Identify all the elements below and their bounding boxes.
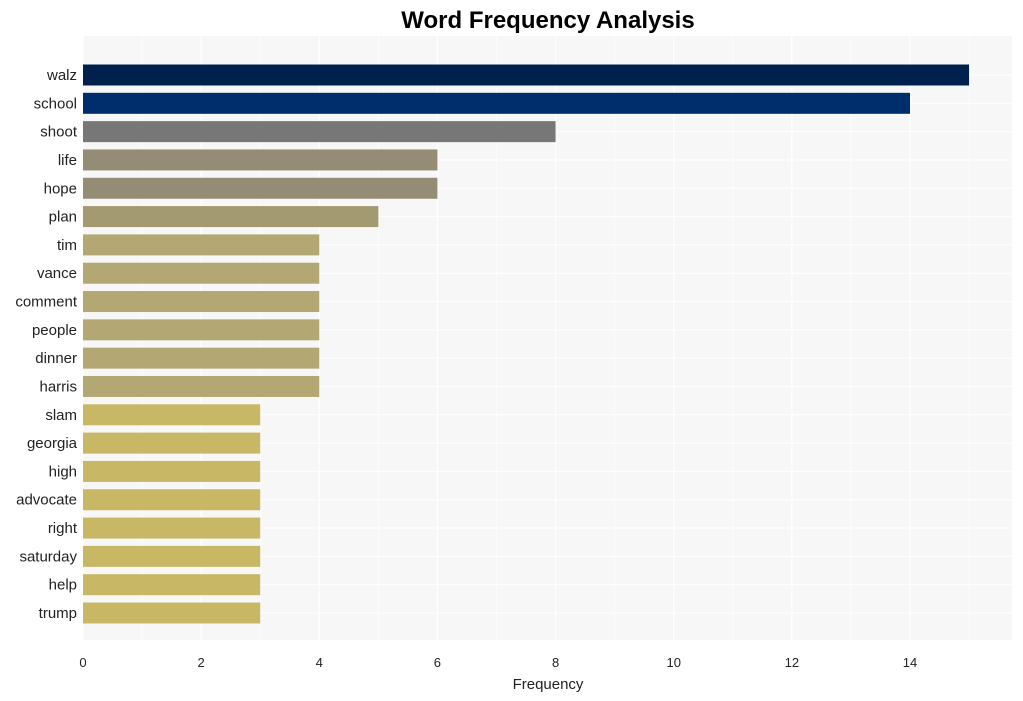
y-tick-label: right xyxy=(48,520,78,537)
bar-georgia xyxy=(83,432,261,454)
y-tick-label: advocate xyxy=(16,492,77,509)
bar-trump xyxy=(83,602,261,624)
y-tick-label: harris xyxy=(39,378,77,395)
x-tick-label: 12 xyxy=(785,655,799,670)
bar-slam xyxy=(83,404,261,426)
bar-saturday xyxy=(83,545,261,567)
y-tick-label: slam xyxy=(45,407,77,424)
y-tick-label: high xyxy=(49,463,77,480)
bar-shoot xyxy=(83,121,556,143)
y-tick-label: help xyxy=(49,577,77,594)
x-axis-ticks: 0 2 4 6 8 10 12 14 xyxy=(79,655,917,670)
bar-vance xyxy=(83,262,320,284)
x-tick-label: 2 xyxy=(198,655,205,670)
bar-high xyxy=(83,460,261,482)
y-tick-label: walz xyxy=(46,67,77,84)
x-tick-label: 4 xyxy=(316,655,323,670)
bar-dinner xyxy=(83,347,320,369)
bar-right xyxy=(83,517,261,539)
x-tick-label: 6 xyxy=(434,655,441,670)
x-tick-label: 8 xyxy=(552,655,559,670)
bar-harris xyxy=(83,375,320,397)
x-tick-label: 0 xyxy=(79,655,86,670)
y-tick-label: hope xyxy=(44,180,77,197)
y-tick-label: tim xyxy=(57,237,77,254)
y-tick-label: shoot xyxy=(40,124,78,141)
y-tick-label: comment xyxy=(15,294,78,311)
bar-comment xyxy=(83,291,320,313)
y-tick-label: georgia xyxy=(27,435,78,452)
bar-people xyxy=(83,319,320,341)
y-tick-label: people xyxy=(32,322,77,339)
y-tick-label: life xyxy=(58,152,77,169)
y-tick-label: dinner xyxy=(35,350,77,367)
bar-tim xyxy=(83,234,320,256)
y-tick-label: school xyxy=(34,95,77,112)
bar-school xyxy=(83,92,910,114)
x-axis-label: Frequency xyxy=(513,676,584,693)
bar-help xyxy=(83,574,261,596)
bar-advocate xyxy=(83,489,261,511)
chart-title: Word Frequency Analysis xyxy=(401,7,694,34)
y-tick-label: saturday xyxy=(19,548,77,565)
x-tick-label: 14 xyxy=(903,655,917,670)
bar-walz xyxy=(83,64,970,86)
word-frequency-chart: walz school shoot life hope plan tim vance comme… xyxy=(15,7,1012,693)
y-tick-label: plan xyxy=(49,209,77,226)
bar-hope xyxy=(83,177,438,199)
y-tick-label: vance xyxy=(37,265,77,282)
y-axis-labels: walz school shoot life hope plan tim vance comme… xyxy=(15,67,78,622)
x-tick-label: 10 xyxy=(666,655,680,670)
bar-life xyxy=(83,149,438,171)
y-tick-label: trump xyxy=(39,605,77,622)
bar-plan xyxy=(83,206,379,228)
